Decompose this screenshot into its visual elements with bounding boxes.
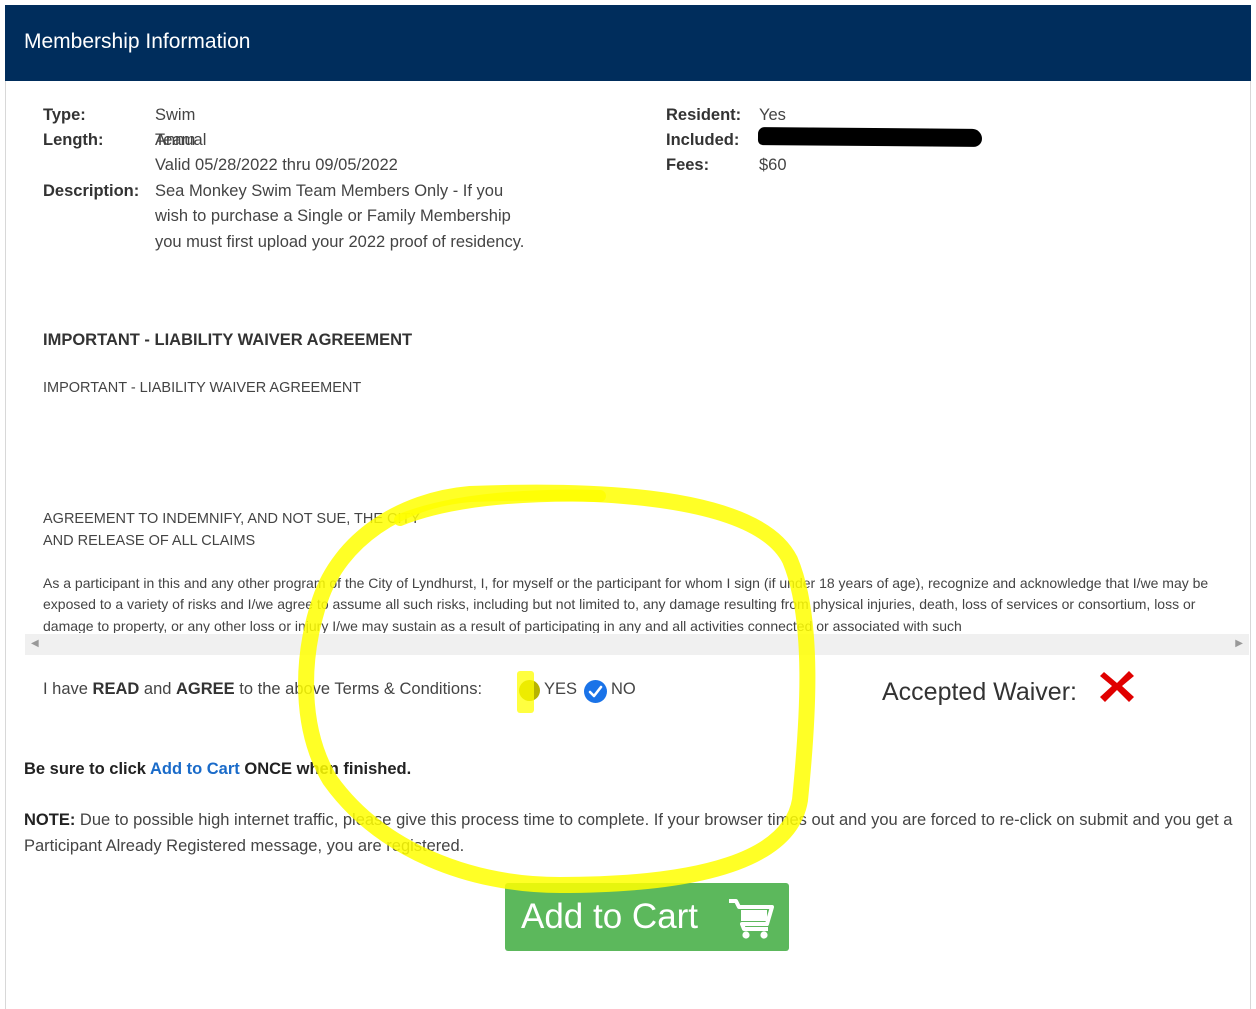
valid-dates: Valid 05/28/2022 thru 09/05/2022: [155, 156, 398, 174]
shopping-cart-icon: [729, 899, 774, 939]
terms-prefix: I have: [43, 680, 93, 698]
membership-header: Membership Information: [5, 5, 1251, 81]
waiver-text-scroll-area[interactable]: AGREEMENT TO INDEMNIFY, AND NOT SUE, THE…: [25, 505, 1249, 633]
no-label[interactable]: NO: [611, 680, 636, 699]
type-label: Type:: [43, 106, 86, 124]
red-x-icon: [1100, 671, 1134, 702]
description-line-3: you must first upload your 2022 proof of…: [155, 233, 525, 251]
no-radio[interactable]: [584, 680, 607, 703]
scroll-left-icon[interactable]: ◀: [31, 638, 39, 649]
agreement-heading-line-2: AND RELEASE OF ALL CLAIMS: [43, 532, 256, 549]
checkmark-icon: [588, 685, 603, 698]
description-line-1: Sea Monkey Swim Team Members Only - If y…: [155, 182, 504, 200]
instruction-suffix: ONCE when finished.: [239, 760, 412, 778]
yes-radio[interactable]: [519, 680, 540, 701]
length-label: Length:: [43, 131, 104, 149]
terms-agree: AGREE: [176, 680, 235, 698]
waiver-title: IMPORTANT - LIABILITY WAIVER AGREEMENT: [43, 331, 413, 349]
terms-suffix: to the above Terms & Conditions:: [234, 680, 483, 698]
redaction-mark: [757, 127, 983, 147]
page-title: Membership Information: [24, 30, 251, 53]
description-label: Description:: [43, 182, 140, 200]
agreement-paragraph: As a participant in this and any other p…: [43, 575, 1209, 633]
terms-agreement-text: I have READ and AGREE to the above Terms…: [43, 680, 482, 699]
terms-read: READ: [92, 680, 140, 698]
add-to-cart-label: Add to Cart: [521, 897, 699, 936]
note-text: Due to possible high internet traffic, p…: [24, 811, 1233, 855]
waiver-subtitle: IMPORTANT - LIABILITY WAIVER AGREEMENT: [43, 380, 362, 396]
included-label: Included:: [666, 131, 740, 149]
scroll-right-icon[interactable]: ▶: [1235, 638, 1243, 649]
add-to-cart-link[interactable]: Add to Cart: [150, 760, 240, 778]
accepted-waiver-label: Accepted Waiver:: [882, 678, 1077, 706]
length-value: Annual: [155, 131, 207, 149]
agreement-heading-line-1: AGREEMENT TO INDEMNIFY, AND NOT SUE, THE…: [43, 511, 421, 527]
resident-value: Yes: [759, 106, 786, 124]
note-label: NOTE:: [24, 811, 76, 829]
instruction-prefix: Be sure to click: [24, 760, 150, 778]
yes-label[interactable]: YES: [544, 680, 577, 699]
resident-label: Resident:: [666, 106, 742, 124]
agreement-heading: AGREEMENT TO INDEMNIFY, AND NOT SUE, THE…: [43, 509, 463, 552]
add-to-cart-instruction: Be sure to click Add to Cart ONCE when f…: [24, 760, 411, 779]
traffic-note: NOTE: Due to possible high internet traf…: [24, 808, 1244, 859]
description-line-2: wish to purchase a Single or Family Memb…: [155, 207, 511, 225]
horizontal-scrollbar[interactable]: ◀ ▶: [25, 634, 1249, 655]
fees-value: $60: [759, 156, 787, 174]
terms-and: and: [139, 680, 177, 698]
fees-label: Fees:: [666, 156, 710, 174]
